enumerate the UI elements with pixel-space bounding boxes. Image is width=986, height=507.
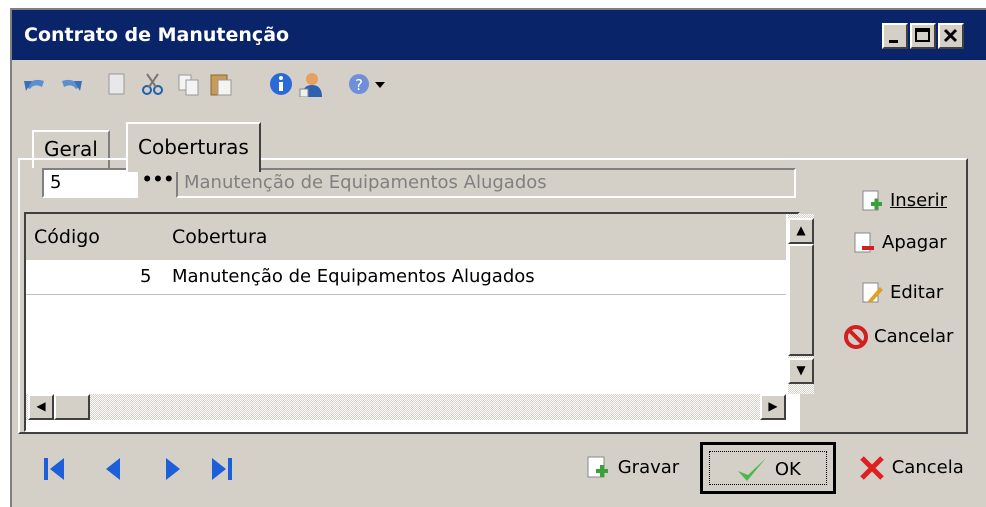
copy-icon[interactable] [176, 71, 202, 97]
vertical-scrollbar[interactable]: ▲ ▼ [788, 214, 814, 394]
next-record-icon[interactable] [158, 454, 188, 484]
gravar-button[interactable]: Gravar [584, 450, 679, 486]
svg-text:?: ? [355, 76, 363, 94]
editar-label: Editar [890, 282, 944, 303]
lookup-row: 5 ••• Manutenção de Equipamentos Alugado… [42, 168, 802, 198]
paste-icon[interactable] [208, 71, 234, 97]
coverage-grid: Código Cobertura 5 Manutenção de Equipam… [24, 212, 814, 432]
lookup-code-field[interactable]: 5 [42, 168, 138, 198]
ok-button[interactable]: OK [700, 442, 836, 494]
bottom-bar: Gravar OK Cancela [0, 438, 976, 499]
column-header-codigo[interactable]: Código [34, 226, 100, 248]
ok-label: OK [774, 459, 801, 480]
cell-cobertura: Manutenção de Equipamentos Alugados [172, 266, 535, 287]
delete-icon [854, 232, 874, 253]
close-icon [943, 28, 958, 43]
last-record-icon[interactable] [208, 454, 238, 484]
close-button[interactable] [938, 23, 964, 49]
apagar-button[interactable]: Apagar [852, 226, 947, 260]
lookup-button[interactable]: ••• [140, 168, 176, 198]
gravar-label: Gravar [617, 457, 680, 478]
scroll-down-button[interactable]: ▼ [788, 358, 814, 384]
scroll-up-button[interactable]: ▲ [788, 218, 814, 244]
first-record-icon[interactable] [40, 454, 70, 484]
grid-header: Código Cobertura [26, 214, 786, 260]
cut-icon[interactable] [140, 71, 166, 97]
scroll-right-button[interactable]: ▶ [760, 394, 786, 420]
previous-record-icon[interactable] [100, 454, 130, 484]
document-icon[interactable] [104, 71, 130, 97]
cancelar-label: Cancelar [874, 326, 954, 347]
maximize-icon [915, 28, 930, 42]
lookup-description: Manutenção de Equipamentos Alugados [176, 168, 796, 198]
inserir-button[interactable]: Inserir [860, 184, 947, 218]
save-icon [587, 456, 608, 478]
vertical-scroll-thumb[interactable] [788, 244, 814, 356]
close-x-icon [860, 456, 884, 480]
edit-icon [862, 282, 883, 303]
dropdown-arrow-icon[interactable] [372, 71, 388, 97]
horizontal-scroll-thumb[interactable] [54, 394, 90, 420]
horizontal-scrollbar[interactable]: ◀ ▶ [26, 394, 786, 420]
info-icon[interactable] [268, 71, 294, 97]
inserir-label: Inserir [890, 190, 947, 211]
ok-focus-rect: OK [709, 451, 827, 485]
toolbar: ? [12, 60, 986, 106]
minimize-icon [889, 40, 898, 43]
cancelar-button[interactable]: Cancelar [844, 320, 953, 354]
help-icon[interactable]: ? [346, 71, 372, 97]
minimize-button[interactable] [882, 23, 908, 49]
maximize-button[interactable] [910, 23, 936, 49]
cancela-button[interactable]: Cancela [858, 450, 964, 486]
title-bar: Contrato de Manutenção [12, 10, 986, 60]
insert-icon [862, 190, 882, 211]
scroll-left-button[interactable]: ◀ [28, 394, 54, 420]
undo-icon[interactable] [22, 71, 48, 97]
tab-coberturas[interactable]: Coberturas [126, 122, 261, 172]
check-icon [738, 458, 767, 481]
table-row[interactable]: 5 Manutenção de Equipamentos Alugados [26, 260, 786, 295]
cell-codigo: 5 [140, 266, 152, 287]
window-title: Contrato de Manutenção [24, 24, 290, 46]
user-icon[interactable] [298, 71, 324, 97]
cancela-label: Cancela [891, 457, 964, 478]
redo-icon[interactable] [58, 71, 84, 97]
apagar-label: Apagar [882, 232, 947, 253]
cancel-icon [844, 325, 868, 349]
editar-button[interactable]: Editar [860, 276, 943, 310]
column-header-cobertura[interactable]: Cobertura [172, 226, 267, 248]
